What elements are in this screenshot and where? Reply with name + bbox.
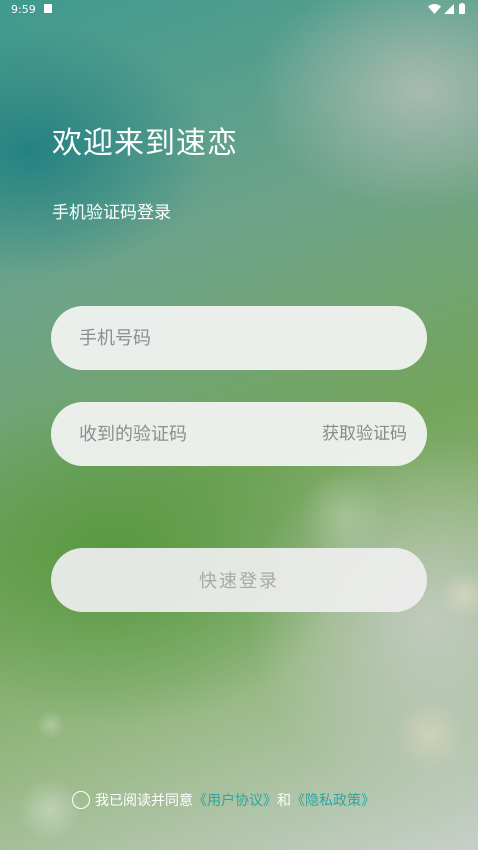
verification-code-field[interactable]: 获取验证码 bbox=[51, 402, 427, 466]
signal-icon bbox=[444, 4, 454, 14]
agree-checkbox[interactable] bbox=[72, 791, 90, 809]
phone-input[interactable] bbox=[79, 306, 399, 370]
phone-field[interactable] bbox=[51, 306, 427, 370]
agreement-and-text: 和 bbox=[277, 793, 291, 809]
wifi-icon bbox=[428, 4, 441, 14]
background-bokeh bbox=[440, 570, 478, 620]
verification-code-input[interactable] bbox=[79, 402, 299, 466]
get-code-button[interactable]: 获取验证码 bbox=[322, 402, 407, 466]
status-bar: 9:59 bbox=[0, 0, 478, 20]
background-bokeh bbox=[395, 700, 465, 770]
background-bokeh bbox=[300, 470, 390, 560]
welcome-title: 欢迎来到速恋 bbox=[52, 126, 238, 161]
user-agreement-link[interactable]: 《用户协议》 bbox=[193, 790, 277, 810]
privacy-policy-link[interactable]: 《隐私政策》 bbox=[291, 790, 375, 810]
quick-login-button[interactable]: 快速登录 bbox=[51, 548, 427, 612]
background-bokeh bbox=[36, 710, 66, 740]
status-icons bbox=[428, 3, 468, 15]
agreement-row: 我已阅读并同意 《用户协议》 和 《隐私政策》 bbox=[72, 789, 375, 811]
agreement-text: 我已阅读并同意 bbox=[95, 793, 193, 809]
battery-icon bbox=[459, 4, 465, 14]
notification-icon bbox=[44, 4, 52, 13]
login-method-subtitle: 手机验证码登录 bbox=[52, 203, 171, 223]
status-time: 9:59 bbox=[11, 3, 36, 16]
